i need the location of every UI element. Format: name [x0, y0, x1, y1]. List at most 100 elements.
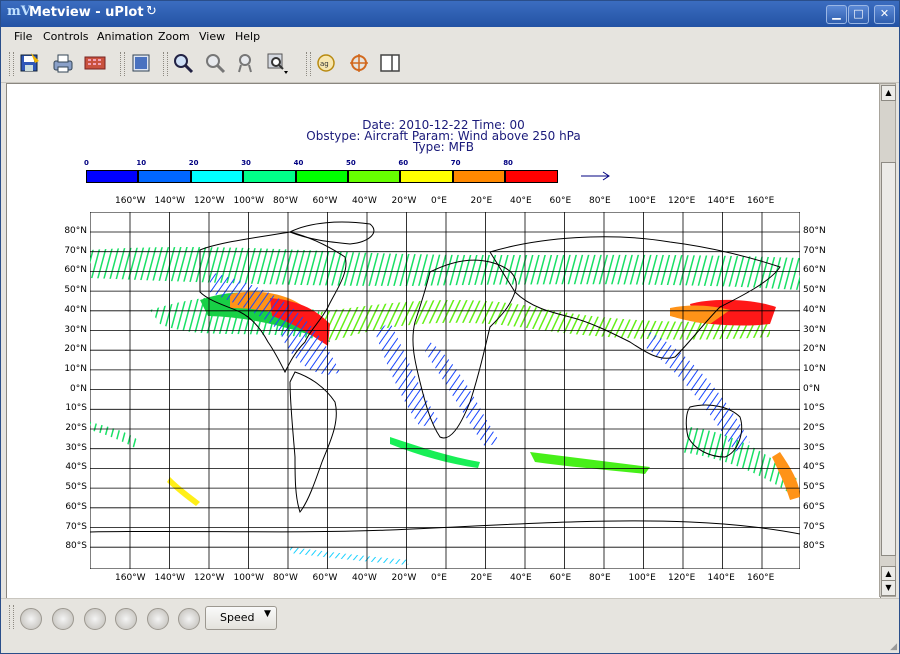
lon-label-top: 100°W	[233, 196, 265, 206]
lat-label-right: 30°S	[803, 442, 825, 453]
lon-label-top: 80°W	[273, 196, 298, 206]
legend-swatch	[505, 170, 558, 183]
lat-label-left: 40°N	[64, 304, 87, 315]
lon-label-top: 120°E	[668, 196, 696, 206]
zoom-out-icon[interactable]	[203, 51, 227, 75]
lat-label-right: 0°N	[803, 383, 820, 394]
window-title: Metview - uPlot	[29, 5, 144, 20]
previous-button[interactable]	[84, 608, 106, 630]
speed-dropdown[interactable]: Speed ▼	[205, 606, 277, 630]
toolbar-grip[interactable]	[163, 52, 168, 76]
legend-label: 70	[450, 159, 461, 167]
toolbar-grip[interactable]	[9, 52, 14, 76]
lon-label-top: 160°W	[115, 196, 146, 206]
scroll-down-arrow[interactable]: ▼	[881, 580, 896, 596]
lon-label-top: 60°E	[549, 196, 572, 206]
lon-label-top: 160°E	[747, 196, 775, 206]
lat-label-right: 10°N	[803, 363, 826, 374]
lat-label-left: 30°S	[65, 442, 87, 453]
close-button[interactable]: ✕	[874, 5, 895, 24]
lat-label-left: 10°S	[65, 403, 87, 414]
lon-label-bottom: 80°E	[589, 573, 611, 583]
lat-label-left: 10°N	[64, 363, 87, 374]
lon-label-top: 100°E	[628, 196, 656, 206]
status-bar: ◢	[1, 635, 899, 653]
lon-label-bottom: 140°W	[154, 573, 186, 583]
first-button[interactable]	[147, 608, 169, 630]
magnifier-icon[interactable]: ag	[314, 51, 338, 75]
legend-swatch	[243, 170, 296, 183]
vertical-scrollbar[interactable]: ▲ ▲ ▼	[879, 83, 896, 597]
minimize-button[interactable]: ▁	[826, 5, 847, 24]
chevron-down-icon: ▼	[264, 609, 271, 619]
lat-label-right: 50°S	[803, 482, 825, 493]
lat-label-left: 60°S	[65, 501, 87, 512]
legend-swatch	[348, 170, 401, 183]
export-icon[interactable]	[83, 51, 107, 75]
lon-label-top: 140°W	[154, 196, 186, 206]
last-button[interactable]	[178, 608, 200, 630]
lat-label-left: 70°N	[64, 245, 87, 256]
lon-label-bottom: 120°E	[668, 573, 696, 583]
lat-label-right: 20°N	[803, 344, 826, 355]
scrollbar-thumb[interactable]	[881, 162, 896, 556]
menu-help[interactable]: Help	[235, 30, 260, 43]
lon-label-bottom: 20°W	[391, 573, 417, 583]
lon-label-bottom: 140°E	[707, 573, 735, 583]
lon-label-top: 80°E	[589, 196, 611, 206]
menu-animation[interactable]: Animation	[97, 30, 153, 43]
sticky-icon[interactable]: ↻	[146, 4, 157, 19]
lon-label-top: 20°W	[391, 196, 417, 206]
layout-icon[interactable]	[129, 51, 153, 75]
title-bar: mV Metview - uPlot ↻ ▁ □ ✕	[1, 1, 899, 27]
lat-label-right: 30°N	[803, 324, 826, 335]
lon-label-top: 120°W	[194, 196, 225, 206]
lon-label-top: 60°W	[312, 196, 338, 206]
zoom-reset-icon[interactable]	[235, 51, 259, 75]
lon-label-bottom: 40°W	[352, 573, 377, 583]
legend-swatch	[295, 170, 348, 183]
print-icon[interactable]	[51, 51, 75, 75]
lon-label-bottom: 60°E	[549, 573, 572, 583]
legend-label: 20	[188, 159, 199, 167]
lon-label-bottom: 120°W	[194, 573, 225, 583]
zoom-in-icon[interactable]	[171, 51, 195, 75]
lat-label-left: 80°N	[64, 226, 87, 236]
lat-label-left: 20°S	[65, 423, 87, 433]
lon-label-bottom: 80°W	[273, 573, 298, 583]
legend-label: 40	[293, 159, 304, 167]
speed-label: Speed	[220, 611, 255, 624]
scroll-up-arrow[interactable]: ▲	[881, 85, 896, 101]
maximize-button[interactable]: □	[848, 5, 869, 24]
toolbar-grip[interactable]	[306, 52, 311, 76]
legend-label: 50	[346, 159, 356, 167]
legend-label: 60	[398, 159, 409, 167]
lat-label-right: 40°N	[803, 304, 826, 315]
zoom-stack-icon[interactable]	[265, 51, 289, 75]
stop-button[interactable]	[52, 608, 74, 630]
lat-label-left: 60°N	[64, 265, 87, 276]
lat-label-right: 60°N	[803, 265, 826, 276]
app-logo-icon: mV	[7, 4, 31, 19]
lat-label-left: 80°S	[65, 541, 87, 552]
menu-view[interactable]: View	[199, 30, 225, 43]
lat-label-left: 40°S	[65, 462, 87, 473]
play-button[interactable]	[20, 608, 42, 630]
next-button[interactable]	[115, 608, 137, 630]
menu-file[interactable]: File	[14, 30, 32, 43]
sidebar-icon[interactable]	[378, 51, 402, 75]
plot-canvas[interactable]: Date: 2010-12-22 Time: 00 Obstype: Aircr…	[6, 83, 881, 599]
toolbar-grip[interactable]	[120, 52, 125, 76]
lat-label-right: 70°N	[803, 245, 826, 256]
menu-zoom[interactable]: Zoom	[158, 30, 190, 43]
legend-swatch	[452, 170, 506, 183]
save-icon[interactable]	[17, 51, 41, 75]
menu-controls[interactable]: Controls	[43, 30, 89, 43]
legend-swatch	[190, 170, 244, 183]
lat-label-right: 50°N	[803, 285, 826, 296]
resize-grip-icon[interactable]: ◢	[890, 642, 897, 652]
lat-label-right: 10°S	[803, 403, 825, 414]
toolbar-grip[interactable]	[9, 605, 14, 629]
cursor-data-icon[interactable]	[347, 51, 371, 75]
lat-label-right: 80°S	[803, 541, 825, 552]
